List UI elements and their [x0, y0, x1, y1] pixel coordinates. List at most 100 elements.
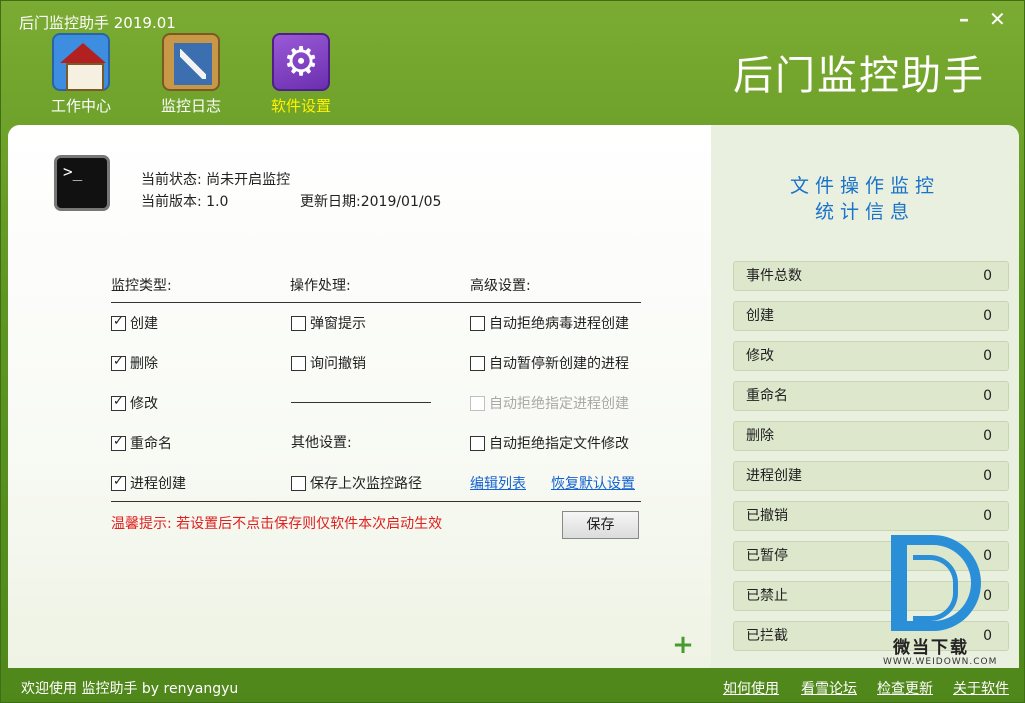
stat-row-revoked: 已撤销 0 [733, 501, 1009, 531]
save-button[interactable]: 保存 [562, 511, 639, 539]
checkbox-box[interactable] [111, 474, 126, 491]
divider [111, 501, 641, 502]
checkbox-delete[interactable]: 删除 [111, 353, 158, 373]
main-panel: >_ 当前状态: 尚未开启监控 当前版本: 1.0 更新日期:2019/01/0… [8, 125, 1019, 668]
stats-title: 文件操作监控 统计信息 [711, 173, 1019, 225]
other-settings-header: 其他设置: [291, 435, 352, 451]
home-icon [52, 33, 110, 91]
operation-header: 操作处理: [290, 278, 351, 294]
checkbox-box[interactable] [470, 435, 485, 451]
stat-row-process-create: 进程创建 0 [733, 461, 1009, 491]
welcome-text: 欢迎使用 监控助手 by renyangyu [21, 681, 239, 697]
stat-row-delete: 删除 0 [733, 421, 1009, 451]
checkbox-modify[interactable]: 修改 [111, 393, 158, 413]
stat-row-total: 事件总数 0 [733, 261, 1009, 291]
stat-label: 已禁止 [746, 588, 788, 604]
toolbar-work-center-label: 工作中心 [50, 97, 111, 115]
toolbar-monitor-log-label: 监控日志 [160, 97, 221, 115]
stat-value: 0 [983, 388, 992, 404]
watermark-url: WWW.WEIDOWN.COM [883, 657, 998, 667]
toolbar-settings[interactable]: 软件设置 [261, 33, 341, 123]
checkbox-label: 创建 [130, 316, 158, 332]
window-title: 后门监控助手 2019.01 [19, 14, 176, 32]
check-update-link[interactable]: 检查更新 [877, 678, 933, 698]
checkbox-label: 自动拒绝指定进程创建 [489, 396, 629, 412]
stat-value: 0 [983, 428, 992, 444]
close-button[interactable]: ✕ [989, 7, 1006, 31]
toolbar-monitor-log[interactable]: 监控日志 [151, 33, 231, 123]
toolbar-work-center[interactable]: 工作中心 [41, 33, 121, 123]
stat-value: 0 [983, 308, 992, 324]
stat-label: 已拦截 [746, 628, 788, 644]
checkbox-label: 保存上次监控路径 [310, 476, 422, 492]
checkbox-label: 自动拒绝指定文件修改 [489, 436, 629, 452]
clipboard-icon [162, 33, 220, 91]
how-to-use-link[interactable]: 如何使用 [723, 678, 779, 698]
edit-list-link[interactable]: 编辑列表 [470, 473, 526, 493]
forum-link[interactable]: 看雪论坛 [801, 678, 857, 698]
checkbox-rename[interactable]: 重命名 [111, 433, 172, 453]
terminal-icon: >_ [54, 155, 110, 211]
update-date: 更新日期:2019/01/05 [300, 194, 442, 210]
checkbox-label: 弹窗提示 [310, 316, 366, 332]
gear-icon [272, 33, 330, 91]
checkbox-reject-virus-process[interactable]: 自动拒绝病毒进程创建 [470, 313, 629, 333]
minimize-button[interactable]: – [959, 7, 969, 31]
stat-row-modify: 修改 0 [733, 341, 1009, 371]
stat-label: 已撤销 [746, 508, 788, 524]
checkbox-ask-revoke[interactable]: 询问撤销 [291, 353, 366, 373]
stat-label: 事件总数 [746, 268, 802, 284]
restore-default-link[interactable]: 恢复默认设置 [551, 473, 635, 493]
checkbox-process-create[interactable]: 进程创建 [111, 473, 186, 493]
toolbar-settings-label: 软件设置 [270, 97, 331, 115]
checkbox-box[interactable] [111, 354, 126, 371]
checkbox-box[interactable] [291, 475, 306, 491]
stat-row-rename: 重命名 0 [733, 381, 1009, 411]
current-status: 当前状态: 尚未开启监控 [141, 172, 291, 188]
stat-label: 进程创建 [746, 468, 802, 484]
stat-value: 0 [983, 508, 992, 524]
checkbox-box[interactable] [111, 394, 126, 411]
checkbox-label: 修改 [130, 396, 158, 412]
plus-icon[interactable]: + [672, 632, 694, 658]
stat-label: 重命名 [746, 388, 788, 404]
divider [111, 302, 641, 303]
watermark-d-icon [891, 535, 981, 631]
checkbox-box [470, 395, 485, 411]
checkbox-save-last-path[interactable]: 保存上次监控路径 [291, 473, 422, 493]
checkbox-box[interactable] [291, 315, 306, 331]
stat-row-create: 创建 0 [733, 301, 1009, 331]
settings-area: >_ 当前状态: 尚未开启监控 当前版本: 1.0 更新日期:2019/01/0… [8, 125, 711, 668]
brand-title: 后门监控助手 [733, 53, 985, 99]
monitor-type-header: 监控类型: [111, 278, 172, 294]
current-version: 当前版本: 1.0 [141, 194, 229, 210]
checkbox-reject-specified-process: 自动拒绝指定进程创建 [470, 393, 629, 413]
checkbox-label: 进程创建 [130, 476, 186, 492]
checkbox-create[interactable]: 创建 [111, 313, 158, 333]
checkbox-label: 自动拒绝病毒进程创建 [489, 316, 629, 332]
stat-label: 修改 [746, 348, 774, 364]
watermark-name: 微当下载 [893, 638, 969, 658]
stats-title-line1: 文件操作监控 [789, 175, 940, 197]
stat-value: 0 [983, 268, 992, 284]
checkbox-box[interactable] [470, 315, 485, 331]
checkbox-box[interactable] [111, 314, 126, 331]
watermark-logo: 微当下载 WWW.WEIDOWN.COM [883, 535, 996, 675]
stat-label: 已暂停 [746, 548, 788, 564]
stat-label: 删除 [746, 428, 774, 444]
checkbox-box[interactable] [470, 355, 485, 371]
checkbox-box[interactable] [291, 355, 306, 371]
checkbox-box[interactable] [111, 434, 126, 451]
stats-title-line2: 统计信息 [814, 201, 915, 223]
advanced-header: 高级设置: [470, 278, 531, 294]
checkbox-label: 自动暂停新创建的进程 [489, 356, 629, 372]
checkbox-pause-new-process[interactable]: 自动暂停新创建的进程 [470, 353, 629, 373]
checkbox-reject-file-modify[interactable]: 自动拒绝指定文件修改 [470, 433, 629, 453]
checkbox-popup-alert[interactable]: 弹窗提示 [291, 313, 366, 333]
checkbox-label: 删除 [130, 356, 158, 372]
app-window: 后门监控助手 2019.01 – ✕ 工作中心 监控日志 软件设置 后门监控助手… [0, 0, 1025, 703]
stat-value: 0 [983, 468, 992, 484]
about-link[interactable]: 关于软件 [953, 678, 1009, 698]
stat-label: 创建 [746, 308, 774, 324]
checkbox-label: 重命名 [130, 436, 172, 452]
